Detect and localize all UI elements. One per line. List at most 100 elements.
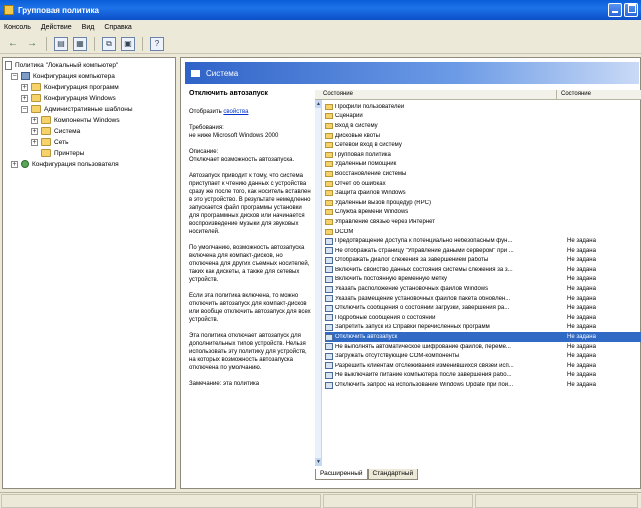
- list-item-folder[interactable]: Вход в систему: [325, 121, 641, 131]
- list-item-folder[interactable]: Сетевой вход в систему: [325, 140, 641, 150]
- tree-item-software-settings[interactable]: + Конфигурация программ: [21, 82, 119, 92]
- tree-item-computer-config[interactable]: − Конфигурация компьютера: [11, 71, 115, 81]
- policy-setting-icon: [325, 371, 333, 379]
- show-properties: Отобразить свойства: [189, 108, 311, 116]
- back-arrow-icon[interactable]: ←: [6, 37, 20, 51]
- forward-arrow-icon[interactable]: →: [25, 37, 39, 51]
- folder-icon: [31, 94, 41, 102]
- maximize-button[interactable]: [624, 3, 638, 17]
- list-item-folder[interactable]: Групповая политика: [325, 150, 641, 160]
- list-item-folder[interactable]: DCOM: [325, 227, 641, 237]
- column-header-state[interactable]: Состояние: [561, 91, 591, 97]
- list-item-policy[interactable]: Подробные сообщения о состоянии Не задана: [325, 313, 641, 323]
- list-item-policy[interactable]: Не выполнять автоматическое шифрование ф…: [325, 342, 641, 352]
- list-item-policy[interactable]: Загружать отсутствующие COM-компоненты Не…: [325, 351, 641, 361]
- list-item-folder[interactable]: Дисковые квоты: [325, 131, 641, 141]
- list-item-folder[interactable]: Удаленный вызов процедур (RPC): [325, 198, 641, 208]
- menu-action[interactable]: Действие: [41, 24, 72, 31]
- tree-item-system[interactable]: + Система: [31, 126, 80, 136]
- tree-item-network[interactable]: + Сеть: [31, 137, 68, 147]
- folder-icon: [325, 209, 333, 216]
- policy-state: Не задана: [567, 305, 596, 312]
- policy-setting-icon: [325, 256, 333, 264]
- status-cell: [475, 494, 638, 508]
- policy-setting-icon: [325, 285, 333, 293]
- policy-state: Не задана: [567, 257, 596, 264]
- properties-icon[interactable]: ▦: [73, 36, 87, 51]
- list-item-policy[interactable]: Предотвращение доступа к потенциально не…: [325, 236, 641, 246]
- menu-console[interactable]: Консоль: [4, 24, 31, 31]
- tree-item-admin-templates[interactable]: − Административные шаблоны: [21, 104, 133, 114]
- list-item-policy[interactable]: Отключить сообщения о состоянии загрузки…: [325, 303, 641, 313]
- list-item-label: Групповая политика: [335, 151, 391, 158]
- policy-name: Включить свойство данных состояния систе…: [335, 266, 513, 273]
- list-item-folder[interactable]: Служба времени Windows: [325, 208, 641, 218]
- vertical-scrollbar[interactable]: ▲ ▼: [315, 100, 322, 466]
- tree-item-label: Административные шаблоны: [44, 105, 133, 113]
- tree-item-local-policy[interactable]: Политика "Локальный компьютер": [5, 60, 118, 70]
- column-separator[interactable]: [556, 90, 557, 100]
- expand-icon[interactable]: +: [31, 127, 38, 135]
- list-item-folder[interactable]: Защита файлов Windows: [325, 188, 641, 198]
- expand-icon[interactable]: +: [31, 116, 38, 124]
- list-item-label: Служба времени Windows: [335, 209, 409, 216]
- menu-view[interactable]: Вид: [82, 24, 95, 31]
- minimize-button[interactable]: [608, 3, 622, 17]
- expand-icon[interactable]: +: [31, 138, 38, 146]
- tab-standard[interactable]: Стандартный: [367, 469, 419, 480]
- policy-setting-icon: [325, 247, 333, 255]
- list-item-policy[interactable]: Отображать диалог слежения за завершение…: [325, 256, 641, 266]
- list-item-folder[interactable]: Профили пользователей: [325, 102, 641, 112]
- collapse-icon[interactable]: −: [21, 105, 28, 113]
- expand-icon[interactable]: +: [21, 83, 28, 91]
- list-item-folder[interactable]: Удаленный помощник: [325, 160, 641, 170]
- folder-icon: [41, 127, 51, 135]
- policy-name: Загружать отсутствующие COM-компоненты: [335, 353, 460, 360]
- list-item-policy-selected[interactable]: Отключить автозапуск Не задана: [325, 332, 641, 342]
- collapse-icon[interactable]: −: [11, 72, 18, 80]
- list-item-folder[interactable]: Управление связью через Интернет: [325, 217, 641, 227]
- view-icon[interactable]: ▣: [121, 36, 135, 51]
- scroll-down-icon[interactable]: ▼: [315, 458, 322, 466]
- policy-setting-icon: [325, 295, 333, 303]
- export-list-icon[interactable]: ⧉: [102, 36, 116, 51]
- tree-item-label: Политика "Локальный компьютер": [15, 61, 119, 69]
- policy-name: Подробные сообщения о состоянии: [335, 314, 436, 321]
- toolbar-separator: [142, 36, 143, 51]
- list-item-policy[interactable]: Включить свойство данных состояния систе…: [325, 265, 641, 275]
- tree-item-windows-settings[interactable]: + Конфигурация Windows: [21, 93, 116, 103]
- folder-icon: [31, 105, 41, 113]
- list-item-policy[interactable]: Не отображать страницу "Управление даным…: [325, 246, 641, 256]
- expand-icon[interactable]: +: [21, 94, 28, 102]
- list-item-policy[interactable]: Включить постоянную временную метку Не за…: [325, 275, 641, 285]
- policy-setting-icon: [325, 323, 333, 331]
- properties-link[interactable]: свойства: [223, 109, 248, 115]
- policy-state: Не задана: [567, 266, 596, 273]
- list-item-folder[interactable]: Сценарии: [325, 112, 641, 122]
- column-header-setting[interactable]: Состояние: [323, 91, 353, 97]
- list-item-policy[interactable]: Отключить запрос на использование Window…: [325, 380, 641, 390]
- list-item-folder[interactable]: Отчет об ошибках: [325, 179, 641, 189]
- policy-name: Отключить автозапуск: [335, 334, 398, 341]
- policy-state: Не задана: [567, 382, 596, 389]
- menu-help[interactable]: Справка: [104, 24, 131, 31]
- tab-extended[interactable]: Расширенный: [315, 469, 368, 480]
- list-item-policy[interactable]: Разрешить клиентам отслеживания изменивш…: [325, 361, 641, 371]
- tree-item-user-config[interactable]: + Конфигурация пользователя: [11, 159, 119, 169]
- tree-item-printers[interactable]: Принтеры: [41, 148, 84, 158]
- tree-item-windows-components[interactable]: + Компоненты Windows: [31, 115, 120, 125]
- list-item-label: Отчет об ошибках: [335, 180, 386, 187]
- list-item-policy[interactable]: Не выключайте питание компьютера после з…: [325, 371, 641, 381]
- status-cell: [1, 494, 321, 508]
- list-item-policy[interactable]: Запретить запуск из Справки перечисленны…: [325, 323, 641, 333]
- show-hide-tree-icon[interactable]: ▤: [54, 36, 68, 51]
- help-icon[interactable]: ?: [150, 36, 164, 51]
- list-item-folder[interactable]: Восстановление системы: [325, 169, 641, 179]
- settings-list: Состояние Состояние ▲ ▼ Профили пользова…: [315, 90, 641, 466]
- expand-icon[interactable]: +: [11, 160, 18, 168]
- folder-icon: [325, 142, 333, 149]
- policy-setting-icon: [325, 266, 333, 274]
- list-item-policy[interactable]: Указать расположение установочных файлов…: [325, 284, 641, 294]
- scroll-up-icon[interactable]: ▲: [315, 100, 322, 108]
- list-item-policy[interactable]: Указать размещение установочных файлов п…: [325, 294, 641, 304]
